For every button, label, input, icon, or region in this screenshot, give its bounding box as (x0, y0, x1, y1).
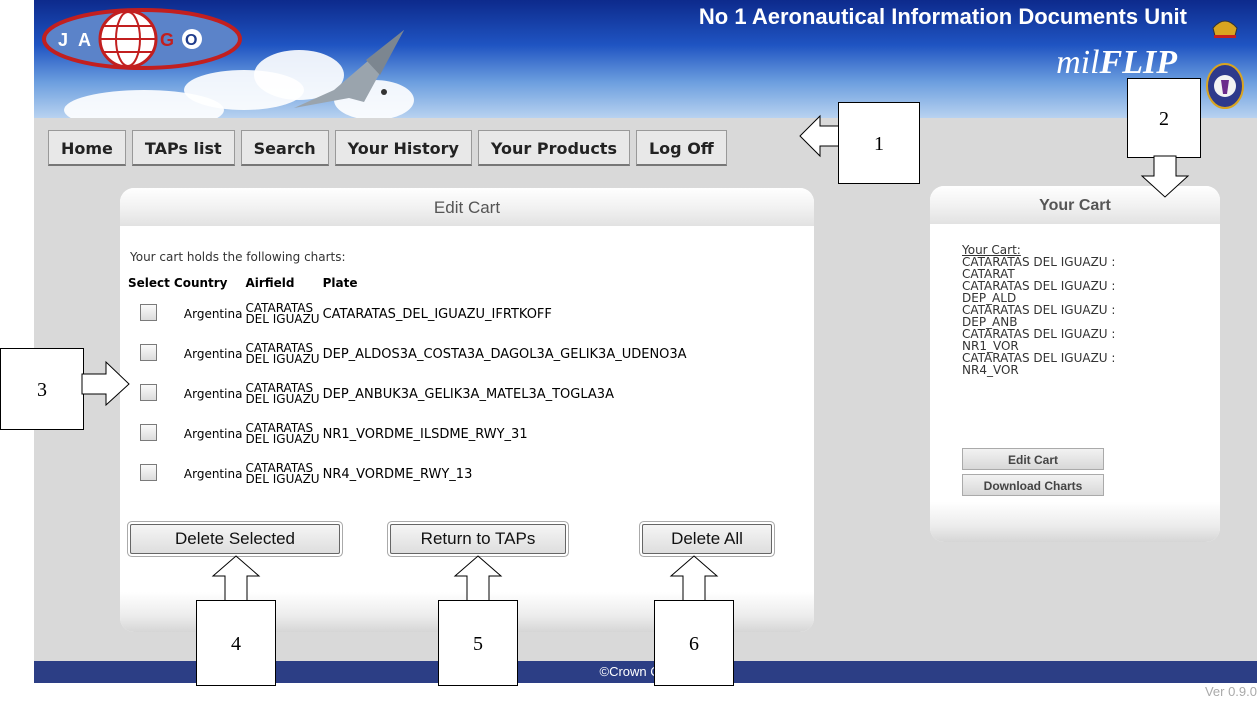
table-row: Argentina CATARATAS DEL IGUAZU NR1_VORDME… (128, 414, 687, 454)
edit-cart-title: Edit Cart (120, 188, 814, 226)
logo-letter: A (78, 30, 91, 50)
logo-letter: O (185, 32, 197, 49)
callout-box: 4 (196, 600, 276, 686)
row-plate: NR4_VORDME_RWY_13 (322, 466, 473, 482)
nav-taps-list-button[interactable]: TAPs list (131, 130, 235, 166)
col-header-select: Select (128, 276, 170, 290)
milflip-brand: milFLIP (1056, 44, 1177, 82)
row-airfield: CATARATAS DEL IGUAZU (245, 421, 320, 446)
row-country: Argentina (183, 427, 243, 441)
brand-prefix: mil (1056, 44, 1100, 81)
row-country: Argentina (183, 347, 243, 361)
table-row: Argentina CATARATAS DEL IGUAZU CATARATAS_… (128, 294, 687, 334)
table-row: Argentina CATARATAS DEL IGUAZU DEP_ANBUK3… (128, 374, 687, 414)
table-row: Argentina CATARATAS DEL IGUAZU DEP_ALDOS3… (128, 334, 687, 374)
row-select-checkbox[interactable] (140, 383, 157, 401)
callout-box: 6 (654, 600, 734, 686)
callout-box: 2 (1127, 78, 1201, 158)
logo-letter: G (160, 30, 174, 50)
your-cart-panel: Your Cart Your Cart: CATARATAS DEL IGUAZ… (930, 186, 1220, 542)
cart-contents: Your Cart: CATARATAS DEL IGUAZU : CATARA… (962, 244, 1192, 376)
jago-logo: J A G O (42, 8, 242, 70)
row-country: Argentina (183, 467, 243, 481)
header-banner: J A G O No 1 Aeronautical Information Do… (34, 0, 1257, 118)
row-airfield: CATARATAS DEL IGUAZU (245, 301, 320, 326)
row-country: Argentina (183, 307, 243, 321)
callout-arrow-down-icon (1140, 155, 1190, 198)
brand-suffix: FLIP (1099, 44, 1177, 81)
nav-search-button[interactable]: Search (240, 130, 329, 166)
row-plate: DEP_ALDOS3A_COSTA3A_DAGOL3A_GELIK3A_UDEN… (322, 346, 687, 362)
row-plate: NR1_VORDME_ILSDME_RWY_31 (322, 426, 528, 442)
download-charts-button[interactable]: Download Charts (962, 474, 1104, 496)
row-select-checkbox[interactable] (140, 423, 157, 441)
return-to-taps-button[interactable]: Return to TAPs (390, 524, 566, 554)
edit-cart-button[interactable]: Edit Cart (962, 448, 1104, 470)
row-select-checkbox[interactable] (140, 303, 157, 321)
callout-box: 3 (0, 348, 84, 430)
callout-arrow-up-icon (669, 555, 719, 603)
col-header-country: Country (173, 276, 228, 290)
callout-arrow-right-icon (81, 360, 130, 407)
cart-table-header: Select Country Airfield Plate (128, 276, 687, 294)
callout-box: 5 (438, 600, 518, 686)
row-select-checkbox[interactable] (140, 343, 157, 361)
row-plate: CATARATAS_DEL_IGUAZU_IFRTKOFF (322, 306, 552, 322)
callout-arrow-left-icon (799, 114, 841, 158)
row-country: Argentina (183, 387, 243, 401)
row-airfield: CATARATAS DEL IGUAZU (245, 381, 320, 406)
row-airfield: CATARATAS DEL IGUAZU (245, 341, 320, 366)
row-plate: DEP_ANBUK3A_GELIK3A_MATEL3A_TOGLA3A (322, 386, 614, 402)
callout-box: 1 (838, 102, 920, 184)
raf-crest-icon (1206, 20, 1244, 109)
cart-item: NR4_VOR (962, 363, 1019, 377)
nav-your-history-button[interactable]: Your History (334, 130, 472, 166)
callout-arrow-up-icon (453, 555, 503, 603)
col-header-airfield: Airfield (245, 276, 295, 290)
main-nav: Home TAPs list Search Your History Your … (48, 130, 727, 166)
row-select-checkbox[interactable] (140, 463, 157, 481)
unit-title: No 1 Aeronautical Information Documents … (698, 4, 1187, 29)
cart-intro-text: Your cart holds the following charts: (130, 250, 346, 264)
nav-log-off-button[interactable]: Log Off (635, 130, 727, 166)
col-header-plate: Plate (322, 276, 358, 290)
logo-letter: J (58, 30, 68, 50)
table-row: Argentina CATARATAS DEL IGUAZU NR4_VORDME… (128, 454, 687, 494)
jet-aircraft-image (294, 30, 404, 108)
delete-all-button[interactable]: Delete All (642, 524, 772, 554)
version-label: Ver 0.9.0 (1204, 684, 1257, 699)
delete-selected-button[interactable]: Delete Selected (130, 524, 340, 554)
callout-arrow-up-icon (211, 555, 261, 603)
row-airfield: CATARATAS DEL IGUAZU (245, 461, 320, 486)
panel-footer (930, 502, 1220, 542)
nav-your-products-button[interactable]: Your Products (477, 130, 630, 166)
cart-table: Select Country Airfield Plate Argentina … (128, 276, 687, 494)
nav-home-button[interactable]: Home (48, 130, 126, 166)
